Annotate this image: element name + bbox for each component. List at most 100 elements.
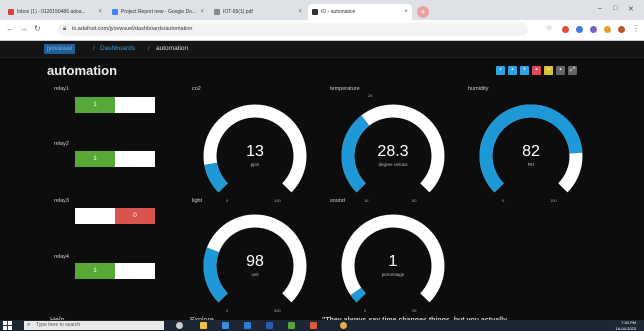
tab-automation[interactable]: IO - automation × bbox=[308, 4, 412, 20]
url-text: io.adafruit.com/jyovwsuel/dashboards/aut… bbox=[72, 26, 193, 32]
gauge-min: 16 bbox=[364, 198, 369, 203]
windows-start-icon[interactable] bbox=[3, 321, 12, 330]
extension-icon[interactable] bbox=[562, 26, 569, 33]
toggle-on-segment: 1 bbox=[75, 263, 115, 279]
gauge-value: 82 bbox=[522, 143, 540, 160]
close-icon[interactable]: × bbox=[298, 9, 302, 15]
close-icon[interactable]: × bbox=[98, 9, 102, 15]
fullscreen-icon[interactable]: ⤢ bbox=[568, 66, 577, 75]
relay-toggle[interactable]: 0 bbox=[75, 208, 155, 224]
lock-icon: 🔒︎ bbox=[63, 26, 67, 32]
tab-label: IO - automation bbox=[321, 9, 356, 15]
gauge-min: 0 bbox=[226, 308, 229, 313]
gauge-sound: 1 percentage 0 25 bbox=[338, 211, 448, 321]
toggle-off-segment bbox=[115, 151, 155, 167]
chrome-icon[interactable] bbox=[340, 322, 347, 329]
taskbar-search-placeholder: Type here to search bbox=[36, 322, 81, 328]
gauge-max: 100 bbox=[274, 198, 281, 203]
gauge-unit: degree celcius bbox=[378, 162, 408, 167]
gauge-fill bbox=[350, 287, 366, 303]
close-icon[interactable]: × bbox=[404, 9, 408, 15]
taskbar-search[interactable]: ⌕ Type here to search bbox=[24, 321, 164, 330]
breadcrumb-user[interactable]: jyovasuel bbox=[44, 44, 76, 54]
gauge-label: temperature bbox=[330, 86, 360, 92]
store-icon[interactable] bbox=[222, 322, 229, 329]
extension-icon[interactable] bbox=[576, 26, 583, 33]
extension-icon[interactable] bbox=[590, 26, 597, 33]
docs-icon bbox=[112, 9, 118, 15]
globe-icon bbox=[214, 9, 220, 15]
taskbar: ⌕ Type here to search 7:30 PM 16-04-2023 bbox=[0, 320, 644, 331]
gauge-temperature: 28.3 degree celcius 16 50 26 bbox=[338, 93, 448, 211]
page-title: automation bbox=[47, 63, 118, 78]
gauge-label: humidity bbox=[468, 86, 489, 92]
tab-inbox[interactable]: Inbox (1) - 0120150486 adoa... × bbox=[4, 4, 106, 20]
extension-icon[interactable] bbox=[604, 26, 611, 33]
url-field[interactable]: 🔒︎ io.adafruit.com/jyovwsuel/dashboards/… bbox=[58, 23, 528, 36]
breadcrumb-separator: / bbox=[148, 45, 150, 52]
key-icon[interactable]: ▪ bbox=[544, 66, 553, 75]
add-block-icon[interactable]: + bbox=[520, 66, 529, 75]
adafruit-icon bbox=[312, 9, 318, 15]
address-bar: ← → ↻ 🔒︎ io.adafruit.com/jyovwsuel/dashb… bbox=[0, 20, 644, 41]
lock-icon[interactable]: ▪ bbox=[556, 66, 565, 75]
settings-icon[interactable]: ▪ bbox=[508, 66, 517, 75]
system-clock[interactable]: 7:30 PM 16-04-2023 bbox=[616, 320, 636, 331]
star-icon[interactable]: ☆ bbox=[546, 24, 552, 32]
gauge-label: co2 bbox=[192, 86, 201, 92]
minimize-icon[interactable]: – bbox=[598, 5, 602, 12]
app-icon[interactable] bbox=[288, 322, 295, 329]
gauge-max: 25 bbox=[412, 308, 417, 313]
tab-project-report[interactable]: Project Report new - Google Do... × bbox=[108, 4, 208, 20]
gauge-fill bbox=[204, 162, 229, 193]
word-icon[interactable] bbox=[266, 322, 273, 329]
breadcrumb-separator: / bbox=[93, 45, 95, 52]
file-explorer-icon[interactable] bbox=[200, 322, 207, 329]
relay-label: relay1 bbox=[54, 86, 69, 92]
back-icon[interactable]: ← bbox=[6, 24, 14, 33]
forward-icon[interactable]: → bbox=[20, 24, 28, 33]
gauge-label: sound bbox=[330, 198, 345, 204]
relay-toggle[interactable]: 1 bbox=[75, 97, 155, 113]
gauge-value: 13 bbox=[246, 143, 264, 160]
gauge-value: 1 bbox=[388, 253, 398, 270]
gauge-min: 0 bbox=[502, 198, 505, 203]
reload-icon[interactable]: ↻ bbox=[34, 24, 41, 33]
close-icon[interactable]: × bbox=[200, 9, 204, 15]
gauge-label: light bbox=[192, 198, 203, 204]
relay-toggle[interactable]: 1 bbox=[75, 263, 155, 279]
clock-date: 16-04-2023 bbox=[615, 325, 636, 331]
app-icon[interactable] bbox=[310, 322, 317, 329]
gauge-humidity: 82 RH 0 100 bbox=[476, 101, 586, 211]
gauge-min: 0 bbox=[364, 308, 367, 313]
close-window-icon[interactable]: ✕ bbox=[628, 5, 634, 13]
relay-label: relay4 bbox=[54, 254, 69, 260]
breadcrumb: jyovasuel / Dashboards / automation bbox=[0, 41, 644, 58]
profile-avatar[interactable] bbox=[618, 26, 625, 33]
relay-toggle[interactable]: 1 bbox=[75, 151, 155, 167]
maximize-icon[interactable]: □ bbox=[613, 5, 617, 12]
toggle-on-segment: 1 bbox=[75, 97, 115, 113]
new-tab-button[interactable]: + bbox=[417, 6, 429, 18]
toggle-on-segment: 1 bbox=[75, 151, 115, 167]
edge-icon[interactable] bbox=[244, 322, 251, 329]
gauge-max: 400 bbox=[274, 308, 281, 313]
gmail-icon bbox=[8, 9, 14, 15]
cortana-icon[interactable] bbox=[176, 322, 183, 329]
gauge-value: 98 bbox=[246, 253, 264, 270]
toggle-off-segment: 0 bbox=[115, 208, 155, 224]
gauge-min: 0 bbox=[226, 198, 229, 203]
tab-label: Inbox (1) - 0120150486 adoa... bbox=[17, 9, 86, 15]
tab-pdf[interactable]: IOT-65(1) pdf × bbox=[210, 4, 306, 20]
toggle-off-segment bbox=[115, 263, 155, 279]
gauge-marker: 26 bbox=[368, 93, 373, 98]
toggle-on-segment bbox=[75, 208, 115, 224]
gauge-unit: percentage bbox=[381, 272, 405, 277]
breadcrumb-current: automation bbox=[156, 45, 189, 52]
delete-icon[interactable]: ▪ bbox=[532, 66, 541, 75]
menu-icon[interactable]: ⋮ bbox=[632, 24, 640, 33]
gauge-value: 28.3 bbox=[377, 143, 409, 160]
breadcrumb-dashboards[interactable]: Dashboards bbox=[100, 45, 135, 52]
search-icon: ⌕ bbox=[27, 322, 31, 328]
edit-icon[interactable]: ▪ bbox=[496, 66, 505, 75]
